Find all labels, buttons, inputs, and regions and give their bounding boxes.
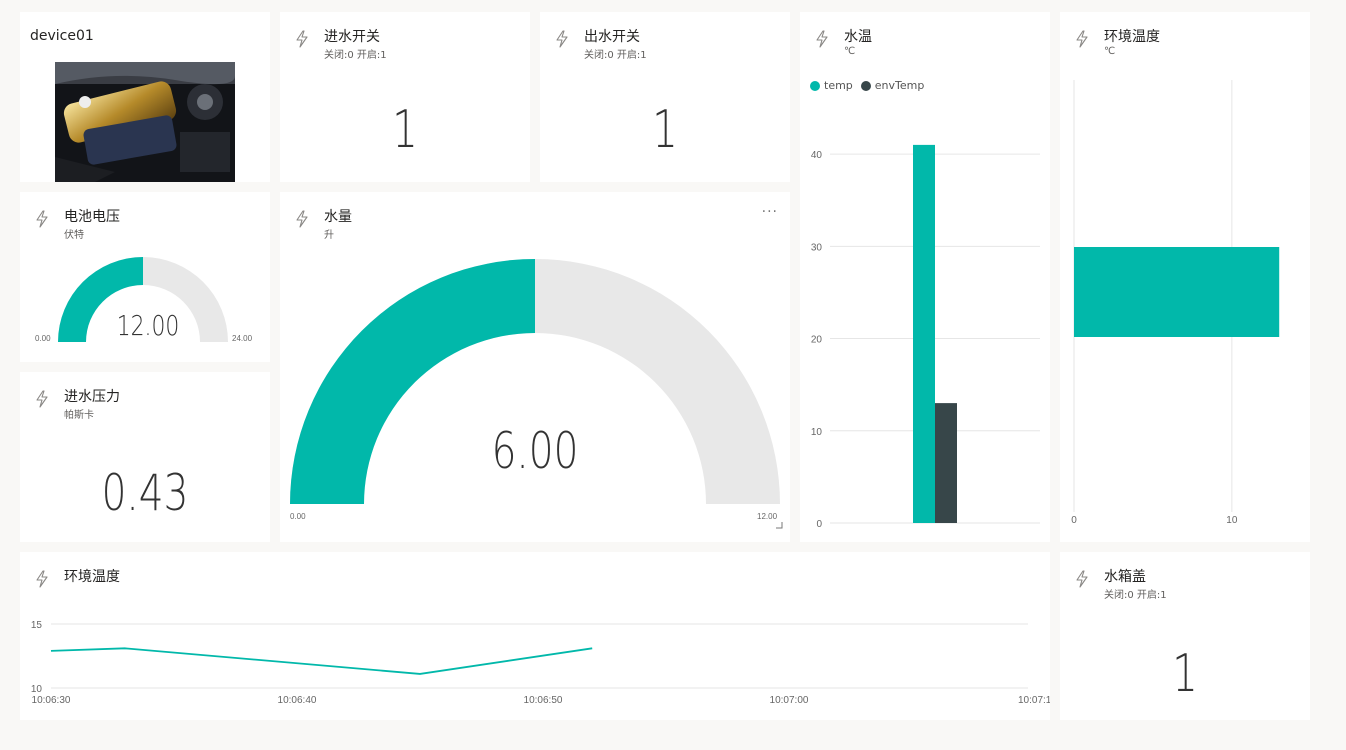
card-subtitle: 关闭:0 开启:1 xyxy=(324,50,387,61)
car-engine-image xyxy=(55,62,235,182)
y-tick-label: 20 xyxy=(811,335,823,346)
env-temp-bar-chart: 0 10 xyxy=(1071,80,1280,526)
gauge-min-label: 0.00 xyxy=(35,334,51,343)
battery-voltage-card[interactable]: 电池电压 伏特 12.00 0.00 24.00 xyxy=(20,192,270,362)
y-tick-label: 10 xyxy=(811,427,823,438)
y-tick-label: 10 xyxy=(31,684,43,695)
y-tick-label: 0 xyxy=(816,519,822,530)
card-subtitle: 关闭:0 开启:1 xyxy=(584,50,647,61)
x-tick-label: 0 xyxy=(1071,515,1077,526)
bolt-icon xyxy=(34,390,50,408)
device-tile[interactable]: device01 xyxy=(20,12,270,182)
bar-temp xyxy=(913,144,935,523)
gauge-min-label: 0.00 xyxy=(290,512,306,521)
x-tick-label: 10:06:40 xyxy=(278,695,317,706)
gauge-max-label: 12.00 xyxy=(757,512,778,521)
env-temp-line-card[interactable]: 环境温度 10 15 10:06:30 10:06:40 10:06:50 10:07:0… xyxy=(20,552,1050,720)
inlet-pressure-card[interactable]: 进水压力 帕斯卡 0.43 xyxy=(20,372,270,542)
bolt-icon xyxy=(554,30,570,48)
device-title: device01 xyxy=(30,28,94,44)
bar-envtemp xyxy=(935,403,957,523)
card-title: 出水开关 xyxy=(584,29,640,45)
env-temp-line xyxy=(50,647,593,675)
card-subtitle: 帕斯卡 xyxy=(64,410,94,421)
card-title: 水箱盖 xyxy=(1104,569,1146,585)
env-temp-bar-card[interactable]: 环境温度 ℃ 0 10 xyxy=(1060,12,1310,542)
x-tick-label: 10:06:30 xyxy=(32,695,71,706)
card-value: 1 xyxy=(1172,644,1198,704)
water-volume-gauge xyxy=(290,259,783,529)
card-title: 进水开关 xyxy=(324,29,380,45)
x-tick-label: 10 xyxy=(1226,515,1238,526)
x-tick-label: 10:07:00 xyxy=(770,695,809,706)
card-value: 1 xyxy=(652,100,678,160)
bar-env-temp xyxy=(1074,247,1280,337)
y-tick-label: 15 xyxy=(31,620,43,631)
gauge-value: 6.00 xyxy=(491,422,579,480)
bolt-icon xyxy=(1074,570,1090,588)
x-tick-label: 10:06:50 xyxy=(524,695,563,706)
bolt-icon xyxy=(294,30,310,48)
y-tick-label: 30 xyxy=(811,242,823,253)
water-volume-card[interactable]: 水量 升 ··· 6.00 0.00 12.00 xyxy=(280,192,790,542)
card-value: 1 xyxy=(392,100,418,160)
card-value: 0.43 xyxy=(101,464,189,522)
gauge-max-label: 24.00 xyxy=(232,334,253,343)
x-tick-label: 10:07:10 xyxy=(1018,695,1050,706)
inlet-switch-card[interactable]: 进水开关 关闭:0 开启:1 1 xyxy=(280,12,530,182)
resize-handle-icon xyxy=(776,522,783,529)
water-temp-chart-card[interactable]: 水温 ℃ temp envTemp 0 10 20 30 40 xyxy=(800,12,1050,542)
outlet-switch-card[interactable]: 出水开关 关闭:0 开启:1 1 xyxy=(540,12,790,182)
gauge-value: 12.00 xyxy=(116,309,180,342)
env-temp-line-chart: 10 15 10:06:30 10:06:40 10:06:50 10:07:00 10:0… xyxy=(31,620,1050,706)
y-tick-label: 40 xyxy=(811,150,823,161)
water-temp-chart: 0 10 20 30 40 xyxy=(811,144,1040,530)
tank-lid-card[interactable]: 水箱盖 关闭:0 开启:1 1 xyxy=(1060,552,1310,720)
card-title: 进水压力 xyxy=(64,389,120,405)
card-subtitle: 关闭:0 开启:1 xyxy=(1104,590,1167,601)
